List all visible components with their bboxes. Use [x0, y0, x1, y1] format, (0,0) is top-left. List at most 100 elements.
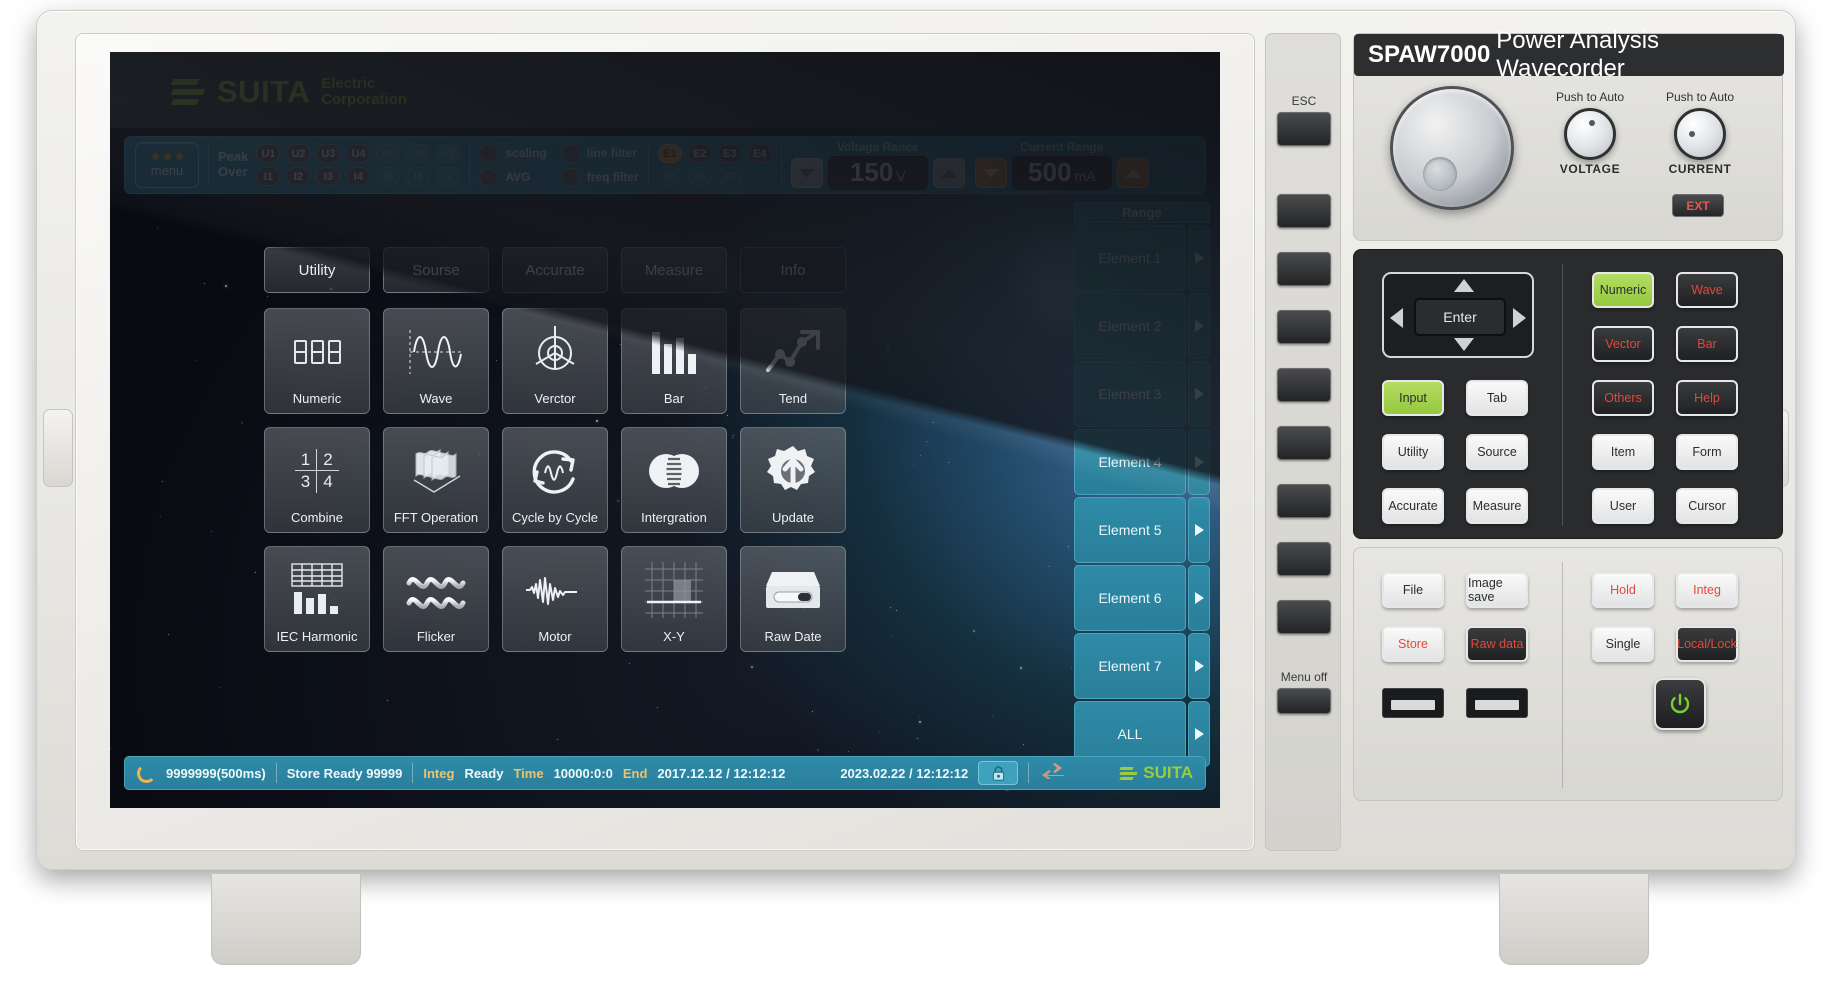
element-chip-e2[interactable]: E2: [687, 144, 712, 163]
grid-item-intergration[interactable]: Intergration: [621, 427, 727, 533]
grid-item-wave[interactable]: Wave: [383, 308, 489, 414]
element-chip-e3[interactable]: E3: [717, 144, 742, 163]
key-single[interactable]: Single: [1592, 626, 1654, 662]
current-range-down-button[interactable]: [974, 158, 1007, 188]
grid-item-raw-date[interactable]: Raw Date: [740, 546, 846, 652]
softkey-2[interactable]: [1277, 252, 1331, 286]
range-item-element-3[interactable]: Element 3: [1074, 361, 1210, 427]
voltage-range-up-button[interactable]: [932, 158, 965, 188]
grid-item-update[interactable]: Update: [740, 427, 846, 533]
voltage-chip-u5[interactable]: U5: [376, 144, 401, 163]
element-chip-e1[interactable]: E1: [657, 144, 682, 163]
key-image-save[interactable]: Image save: [1466, 572, 1528, 608]
grid-item-flicker[interactable]: Flicker: [383, 546, 489, 652]
softkey-3[interactable]: [1277, 310, 1331, 344]
esc-button[interactable]: [1277, 112, 1331, 146]
range-item-element-2[interactable]: Element 2: [1074, 293, 1210, 359]
grid-item-bar[interactable]: Bar: [621, 308, 727, 414]
key-help[interactable]: Help: [1676, 380, 1738, 416]
element-chip-e6[interactable]: E6: [687, 167, 712, 186]
chevron-right-icon[interactable]: [1188, 361, 1210, 427]
chevron-right-icon[interactable]: [1188, 565, 1210, 631]
softkey-6[interactable]: [1277, 484, 1331, 518]
voltage-chip-u1[interactable]: U1: [256, 144, 281, 163]
filter-scaling[interactable]: scaling: [479, 143, 547, 163]
key-hold[interactable]: Hold: [1592, 572, 1654, 608]
chevron-right-icon[interactable]: [1188, 633, 1210, 699]
key-item[interactable]: Item: [1592, 434, 1654, 470]
key-file[interactable]: File: [1382, 572, 1444, 608]
key-form[interactable]: Form: [1676, 434, 1738, 470]
chevron-right-icon[interactable]: [1188, 225, 1210, 291]
range-item-element-4[interactable]: Element 4: [1074, 429, 1210, 495]
grid-item-iec-harmonic[interactable]: IEC Harmonic: [264, 546, 370, 652]
current-chip-i4[interactable]: I4: [346, 167, 371, 186]
key-tab[interactable]: Tab: [1466, 380, 1528, 416]
range-item-element-1[interactable]: Element 1: [1074, 225, 1210, 291]
current-range-up-button[interactable]: [1116, 158, 1149, 188]
range-item-element-7[interactable]: Element 7: [1074, 633, 1210, 699]
key-vector[interactable]: Vector: [1592, 326, 1654, 362]
menu-button[interactable]: menu: [135, 142, 199, 188]
key-bar[interactable]: Bar: [1676, 326, 1738, 362]
current-chip-i2[interactable]: I2: [286, 167, 311, 186]
ext-button[interactable]: EXT: [1672, 194, 1724, 217]
grid-item-fft-operation[interactable]: FFT Operation: [383, 427, 489, 533]
grid-item-motor[interactable]: Motor: [502, 546, 608, 652]
element-chip-e7[interactable]: E7: [717, 167, 742, 186]
voltage-chip-u6[interactable]: U6: [406, 144, 431, 163]
tab-measure[interactable]: Measure: [621, 247, 727, 293]
tab-sourse[interactable]: Sourse: [383, 247, 489, 293]
current-chip-i5[interactable]: I5: [376, 167, 401, 186]
key-others[interactable]: Others: [1592, 380, 1654, 416]
voltage-chip-u7[interactable]: U7: [436, 144, 461, 163]
power-button[interactable]: [1654, 678, 1706, 730]
current-chip-i3[interactable]: I3: [316, 167, 341, 186]
key-local-lock[interactable]: Local/Lock: [1676, 626, 1738, 662]
softkey-4[interactable]: [1277, 368, 1331, 402]
voltage-chip-u4[interactable]: U4: [346, 144, 371, 163]
voltage-chip-u2[interactable]: U2: [286, 144, 311, 163]
softkey-8[interactable]: [1277, 600, 1331, 634]
range-item-element-6[interactable]: Element 6: [1074, 565, 1210, 631]
filter-avg[interactable]: AVG: [479, 167, 546, 187]
grid-item-cycle-by-cycle[interactable]: Cycle by Cycle: [502, 427, 608, 533]
key-measure[interactable]: Measure: [1466, 488, 1528, 524]
tab-accurate[interactable]: Accurate: [502, 247, 608, 293]
element-chip-e5[interactable]: E5: [657, 167, 682, 186]
current-chip-i7[interactable]: I7: [436, 167, 461, 186]
tab-info[interactable]: Info: [740, 247, 846, 293]
chevron-right-icon[interactable]: [1188, 293, 1210, 359]
main-rotary-knob[interactable]: [1390, 86, 1514, 210]
current-chip-i1[interactable]: I1: [256, 167, 281, 186]
nav-up-icon[interactable]: [1454, 279, 1474, 292]
filter-freq[interactable]: freq filter: [560, 167, 639, 187]
tab-utility[interactable]: Utility: [264, 247, 370, 293]
softkey-7[interactable]: [1277, 542, 1331, 576]
softkey-1[interactable]: [1277, 194, 1331, 228]
grid-item-tend[interactable]: Tend: [740, 308, 846, 414]
key-accurate[interactable]: Accurate: [1382, 488, 1444, 524]
current-chip-i6[interactable]: I6: [406, 167, 431, 186]
key-user[interactable]: User: [1592, 488, 1654, 524]
key-utility[interactable]: Utility: [1382, 434, 1444, 470]
element-chip-e4[interactable]: E4: [747, 144, 772, 163]
usb-port-2[interactable]: [1466, 688, 1528, 718]
key-store[interactable]: Store: [1382, 626, 1444, 662]
key-input[interactable]: Input: [1382, 380, 1444, 416]
usb-port-1[interactable]: [1382, 688, 1444, 718]
lock-button[interactable]: [978, 761, 1019, 785]
nav-left-icon[interactable]: [1390, 308, 1403, 328]
chevron-right-icon[interactable]: [1188, 429, 1210, 495]
menu-off-button[interactable]: [1277, 688, 1331, 714]
range-item-element-5[interactable]: Element 5: [1074, 497, 1210, 563]
voltage-chip-u3[interactable]: U3: [316, 144, 341, 163]
key-raw-data[interactable]: Raw data: [1466, 626, 1528, 662]
voltage-knob[interactable]: [1564, 108, 1616, 160]
key-integ[interactable]: Integ: [1676, 572, 1738, 608]
nav-right-icon[interactable]: [1513, 308, 1526, 328]
grid-item-x-y[interactable]: X-Y: [621, 546, 727, 652]
enter-button[interactable]: Enter: [1414, 298, 1506, 336]
chevron-right-icon[interactable]: [1188, 497, 1210, 563]
current-knob[interactable]: [1674, 108, 1726, 160]
